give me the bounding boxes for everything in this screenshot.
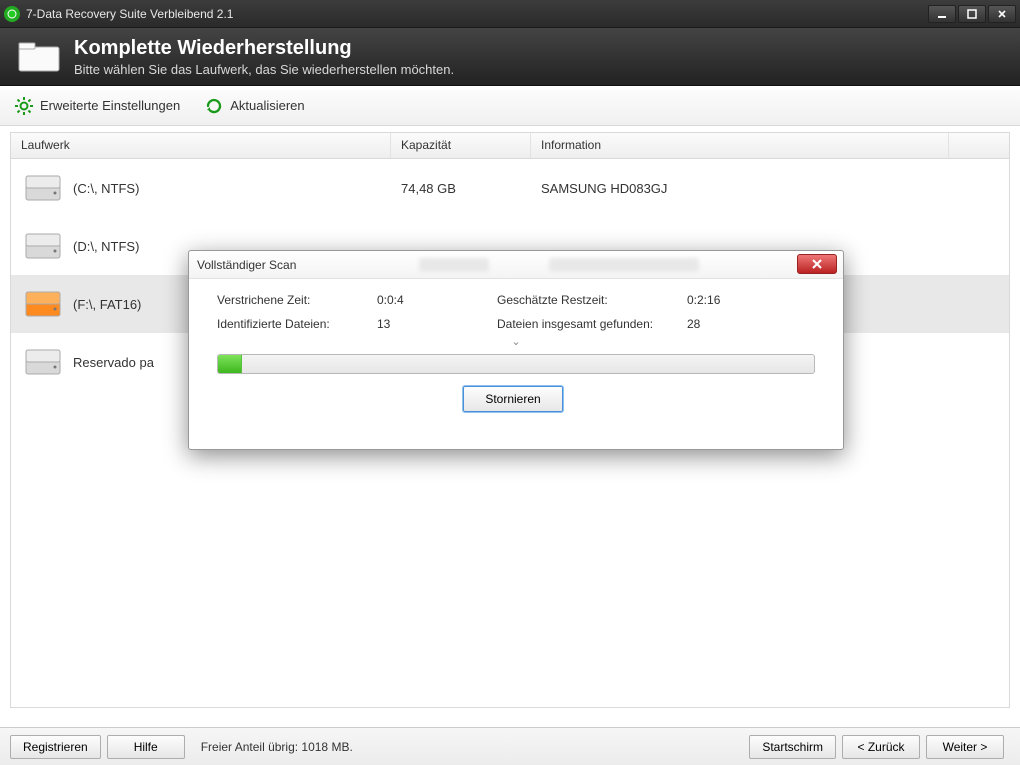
list-header: Laufwerk Kapazität Information: [11, 133, 1009, 159]
drive-icon: [25, 290, 61, 318]
bottom-bar: Registrieren Hilfe Freier Anteil übrig: …: [0, 727, 1020, 765]
dialog-close-button[interactable]: [797, 254, 837, 274]
identified-value: 13: [377, 317, 497, 331]
total-value: 28: [687, 317, 757, 331]
close-button[interactable]: [988, 5, 1016, 23]
drive-icon: [25, 232, 61, 260]
back-button[interactable]: < Zurück: [842, 735, 920, 759]
col-info-header[interactable]: Information: [531, 133, 949, 158]
help-button[interactable]: Hilfe: [107, 735, 185, 759]
progress-fill: [218, 355, 242, 373]
drive-icon: [25, 174, 61, 202]
scan-dialog: Vollständiger Scan Verstrichene Zeit: 0:…: [188, 250, 844, 450]
free-space-label: Freier Anteil übrig: 1018 MB.: [201, 740, 353, 754]
blurred-text: [419, 258, 489, 272]
col-drive-header[interactable]: Laufwerk: [11, 133, 391, 158]
page-subtitle: Bitte wählen Sie das Laufwerk, das Sie w…: [74, 62, 454, 77]
drive-info: SAMSUNG HD083GJ: [531, 181, 949, 196]
blurred-text: [549, 258, 699, 272]
maximize-button[interactable]: [958, 5, 986, 23]
close-icon: [811, 259, 823, 269]
folder-icon: [18, 39, 60, 75]
dialog-title: Vollständiger Scan: [197, 258, 296, 272]
advanced-label: Erweiterte Einstellungen: [40, 98, 180, 113]
chevron-down-icon[interactable]: ⌄: [217, 335, 815, 348]
identified-label: Identifizierte Dateien:: [217, 317, 377, 331]
gear-icon: [14, 96, 34, 116]
register-button[interactable]: Registrieren: [10, 735, 101, 759]
minimize-button[interactable]: [928, 5, 956, 23]
drive-label: (F:\, FAT16): [73, 297, 141, 312]
home-button[interactable]: Startschirm: [749, 735, 836, 759]
col-end-header: [949, 133, 1009, 158]
drive-label: Reservado pa: [73, 355, 154, 370]
drive-row[interactable]: (C:\, NTFS) 74,48 GBSAMSUNG HD083GJ: [11, 159, 1009, 217]
titlebar: 7-Data Recovery Suite Verbleibend 2.1: [0, 0, 1020, 28]
elapsed-label: Verstrichene Zeit:: [217, 293, 377, 307]
cancel-button[interactable]: Stornieren: [463, 386, 563, 412]
refresh-label: Aktualisieren: [230, 98, 304, 113]
refresh-icon: [204, 96, 224, 116]
advanced-settings-button[interactable]: Erweiterte Einstellungen: [14, 96, 180, 116]
page-title: Komplette Wiederherstellung: [74, 37, 454, 60]
window-title: 7-Data Recovery Suite Verbleibend 2.1: [26, 7, 926, 21]
page-header: Komplette Wiederherstellung Bitte wählen…: [0, 28, 1020, 86]
total-label: Dateien insgesamt gefunden:: [497, 317, 687, 331]
drive-label: (D:\, NTFS): [73, 239, 139, 254]
dialog-titlebar[interactable]: Vollständiger Scan: [189, 251, 843, 279]
progress-bar: [217, 354, 815, 374]
app-icon: [4, 6, 20, 22]
drive-capacity: 74,48 GB: [391, 181, 531, 196]
drive-icon: [25, 348, 61, 376]
remaining-value: 0:2:16: [687, 293, 757, 307]
elapsed-value: 0:0:4: [377, 293, 497, 307]
toolbar: Erweiterte Einstellungen Aktualisieren: [0, 86, 1020, 126]
refresh-button[interactable]: Aktualisieren: [204, 96, 304, 116]
drive-label: (C:\, NTFS): [73, 181, 139, 196]
next-button[interactable]: Weiter >: [926, 735, 1004, 759]
remaining-label: Geschätzte Restzeit:: [497, 293, 687, 307]
col-capacity-header[interactable]: Kapazität: [391, 133, 531, 158]
